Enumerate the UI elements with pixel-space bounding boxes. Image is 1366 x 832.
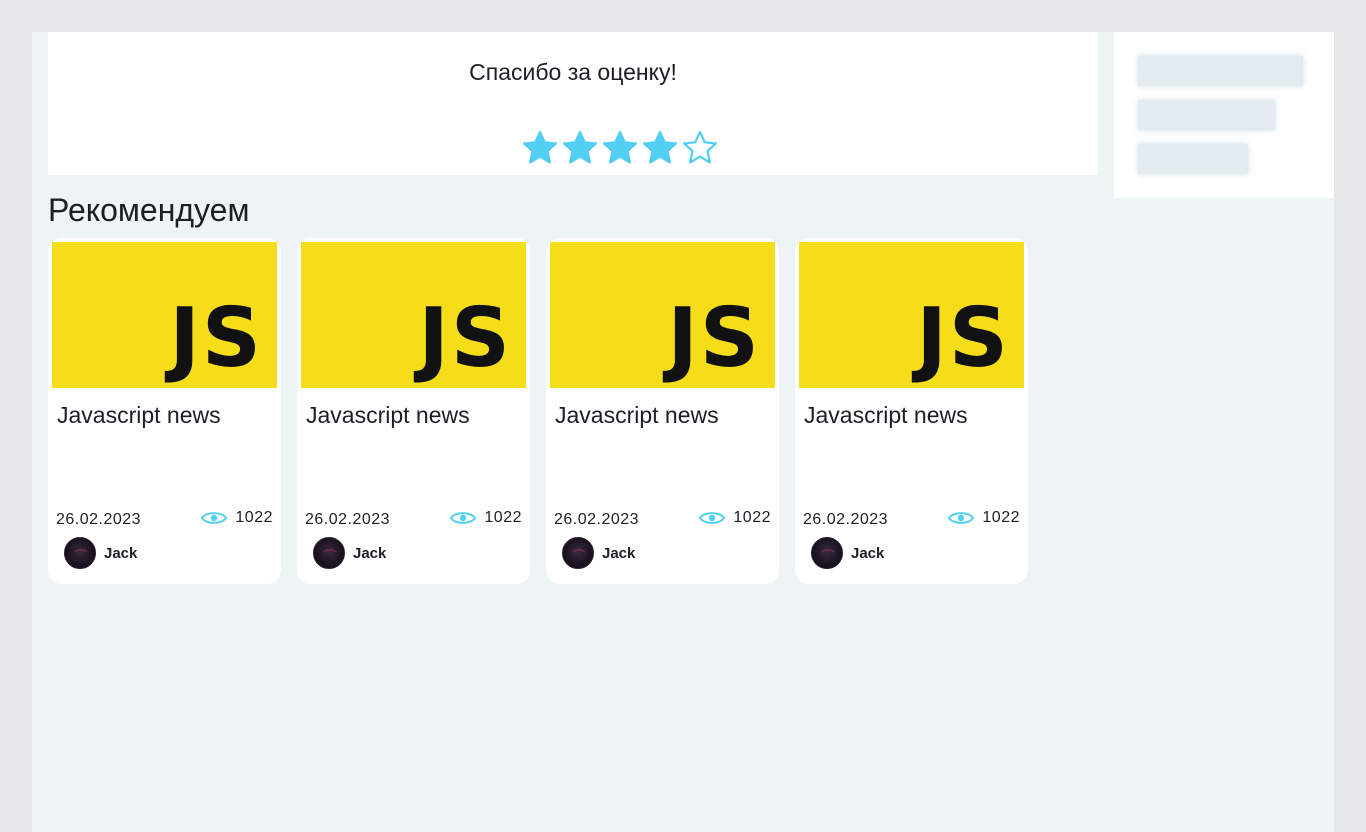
article-date: 26.02.2023 <box>56 511 142 528</box>
author-name: Jack <box>851 544 885 562</box>
js-logo: JS <box>916 291 1010 386</box>
article-image: JS <box>550 242 775 388</box>
js-logo: JS <box>169 291 263 386</box>
article-card[interactable]: JS Javascript news 26.02.2023 1022 Jack <box>297 238 530 584</box>
views-count: 1022 <box>733 509 771 526</box>
js-logo: JS <box>418 291 512 386</box>
article-author[interactable]: Jack <box>313 537 386 569</box>
article-views: 1022 <box>948 509 1020 527</box>
article-title[interactable]: Javascript news <box>804 402 968 429</box>
article-card[interactable]: JS Javascript news 26.02.2023 1022 Jack <box>546 238 779 584</box>
star-filled-icon[interactable] <box>600 128 640 168</box>
article-views: 1022 <box>201 509 273 527</box>
article-image: JS <box>301 242 526 388</box>
js-logo: JS <box>667 291 761 386</box>
star-rating[interactable] <box>520 128 720 168</box>
rating-card: Спасибо за оценку! <box>48 32 1098 175</box>
article-date: 26.02.2023 <box>803 511 889 528</box>
avatar <box>811 537 843 569</box>
star-outline-icon[interactable] <box>680 128 720 168</box>
avatar <box>562 537 594 569</box>
star-filled-icon[interactable] <box>560 128 600 168</box>
eye-icon <box>450 512 477 524</box>
author-name: Jack <box>353 544 387 562</box>
views-count: 1022 <box>484 509 522 526</box>
star-filled-icon[interactable] <box>520 128 560 168</box>
views-count: 1022 <box>235 509 273 526</box>
rating-message: Спасибо за оценку! <box>469 59 677 85</box>
article-views: 1022 <box>450 509 522 527</box>
article-title[interactable]: Javascript news <box>306 402 470 429</box>
recommended-card-list: JS Javascript news 26.02.2023 1022 Jack … <box>48 238 1028 584</box>
author-name: Jack <box>602 544 636 562</box>
article-date: 26.02.2023 <box>305 511 391 528</box>
article-author[interactable]: Jack <box>811 537 884 569</box>
section-title-recommended: Рекомендуем <box>48 192 250 228</box>
article-author[interactable]: Jack <box>64 537 137 569</box>
sidebar-skeleton <box>1114 32 1334 198</box>
skeleton-line <box>1138 100 1275 130</box>
views-count: 1022 <box>982 509 1020 526</box>
star-filled-icon[interactable] <box>640 128 680 168</box>
eye-icon <box>948 512 975 524</box>
eye-icon <box>201 512 228 524</box>
avatar <box>313 537 345 569</box>
article-image: JS <box>799 242 1024 388</box>
article-card[interactable]: JS Javascript news 26.02.2023 1022 Jack <box>795 238 1028 584</box>
article-title[interactable]: Javascript news <box>57 402 221 429</box>
skeleton-line <box>1138 56 1303 86</box>
article-author[interactable]: Jack <box>562 537 635 569</box>
avatar <box>64 537 96 569</box>
eye-icon <box>699 512 726 524</box>
article-views: 1022 <box>699 509 771 527</box>
article-title[interactable]: Javascript news <box>555 402 719 429</box>
article-card[interactable]: JS Javascript news 26.02.2023 1022 Jack <box>48 238 281 584</box>
author-name: Jack <box>104 544 138 562</box>
skeleton-line <box>1138 144 1248 174</box>
article-image: JS <box>52 242 277 388</box>
article-date: 26.02.2023 <box>554 511 640 528</box>
